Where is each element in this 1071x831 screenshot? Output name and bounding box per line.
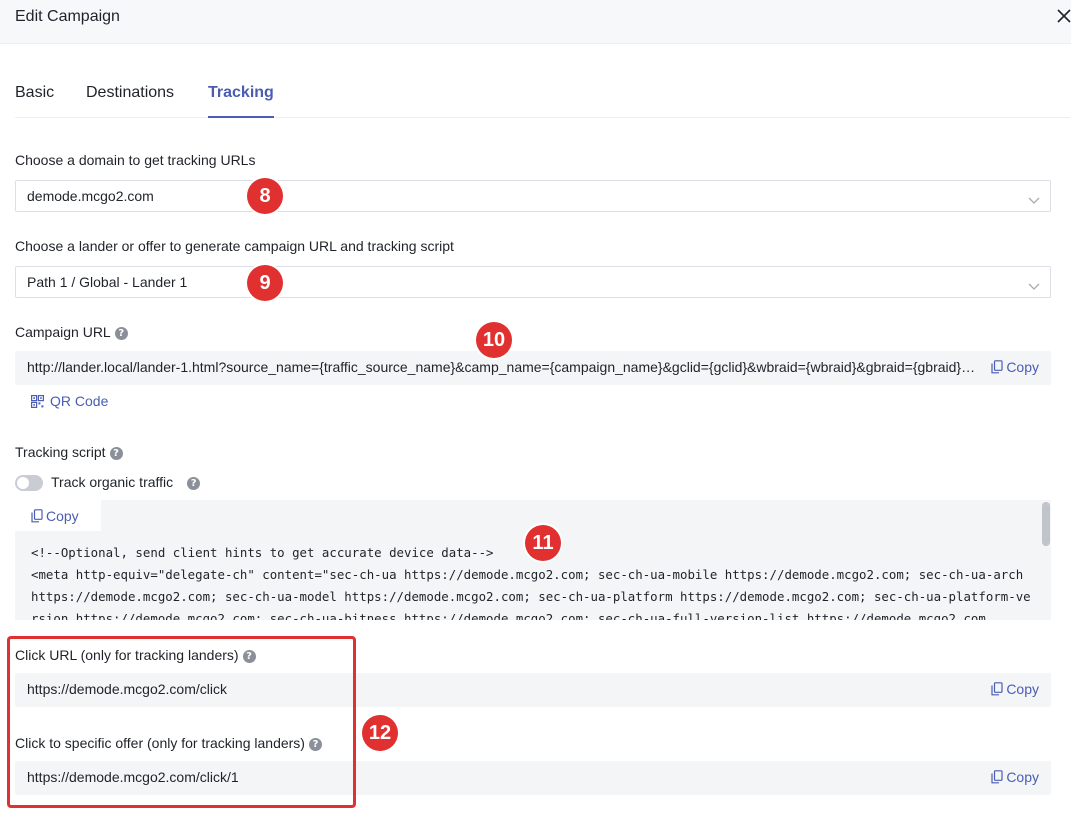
organic-traffic-label: Track organic traffic? xyxy=(51,474,201,490)
click-url-label: Click URL (only for tracking landers)? xyxy=(15,647,256,663)
click-url-value: https://demode.mcgo2.com/click xyxy=(27,681,227,697)
tracking-script-copy-button[interactable]: Copy xyxy=(31,508,79,524)
toggle-knob xyxy=(17,477,29,489)
chevron-down-icon xyxy=(1028,192,1040,210)
lander-label: Choose a lander or offer to generate cam… xyxy=(15,238,454,254)
campaign-url-copy-label: Copy xyxy=(1006,359,1039,375)
copy-icon xyxy=(991,770,1003,784)
copy-icon xyxy=(991,360,1003,374)
script-copy-tab: Copy xyxy=(15,500,101,531)
domain-select-value: demode.mcgo2.com xyxy=(27,188,154,204)
click-offer-label-text: Click to specific offer (only for tracki… xyxy=(15,735,305,751)
organic-traffic-label-text: Track organic traffic xyxy=(51,474,174,490)
modal-header: Edit Campaign xyxy=(0,0,1071,44)
help-icon[interactable]: ? xyxy=(242,649,256,663)
click-offer-value: https://demode.mcgo2.com/click/1 xyxy=(27,769,239,785)
help-icon[interactable]: ? xyxy=(308,737,322,751)
tracking-script-copy-label: Copy xyxy=(46,508,79,524)
help-icon[interactable]: ? xyxy=(109,446,123,460)
campaign-url-field: http://lander.local/lander-1.html?source… xyxy=(15,351,1051,385)
campaign-url-label-text: Campaign URL xyxy=(15,324,111,340)
copy-icon xyxy=(31,509,43,523)
annotation-marker-9: 9 xyxy=(247,265,283,301)
domain-label: Choose a domain to get tracking URLs xyxy=(15,152,256,168)
domain-select[interactable]: demode.mcgo2.com xyxy=(15,180,1051,212)
script-scrollbar[interactable] xyxy=(1041,500,1051,620)
tracking-script-label: Tracking script? xyxy=(15,444,123,460)
lander-select[interactable]: Path 1 / Global - Lander 1 xyxy=(15,266,1051,298)
click-url-copy-button[interactable]: Copy xyxy=(991,681,1039,697)
campaign-url-copy-button[interactable]: Copy xyxy=(991,359,1039,375)
click-offer-copy-label: Copy xyxy=(1006,769,1039,785)
annotation-marker-12: 12 xyxy=(362,715,398,751)
annotation-marker-8: 8 xyxy=(247,178,283,214)
click-url-field: https://demode.mcgo2.com/click Copy xyxy=(15,673,1051,707)
lander-select-value: Path 1 / Global - Lander 1 xyxy=(27,274,188,290)
tab-destinations[interactable]: Destinations xyxy=(86,84,174,118)
help-icon[interactable]: ? xyxy=(114,326,128,340)
click-url-copy-label: Copy xyxy=(1006,681,1039,697)
tracking-script-box: Copy <!--Optional, send client hints to … xyxy=(15,500,1051,620)
campaign-url-label: Campaign URL? xyxy=(15,324,128,340)
click-url-label-text: Click URL (only for tracking landers) xyxy=(15,647,239,663)
chevron-down-icon xyxy=(1028,278,1040,296)
click-offer-field: https://demode.mcgo2.com/click/1 Copy xyxy=(15,761,1051,795)
copy-icon xyxy=(991,682,1003,696)
campaign-url-value: http://lander.local/lander-1.html?source… xyxy=(27,359,982,375)
qr-code-button[interactable]: QR Code xyxy=(31,393,108,409)
annotation-marker-11: 11 xyxy=(525,525,561,561)
tab-basic[interactable]: Basic xyxy=(15,84,54,118)
click-offer-label: Click to specific offer (only for tracki… xyxy=(15,735,322,751)
annotation-marker-10: 10 xyxy=(476,322,512,358)
tracking-script-label-text: Tracking script xyxy=(15,444,106,460)
modal-title: Edit Campaign xyxy=(15,8,120,25)
close-icon[interactable] xyxy=(1054,6,1071,26)
tab-bar: Basic Destinations Tracking xyxy=(15,72,1070,118)
qr-code-label: QR Code xyxy=(50,393,109,409)
click-offer-copy-button[interactable]: Copy xyxy=(991,769,1039,785)
help-icon[interactable]: ? xyxy=(187,476,201,490)
qr-code-icon xyxy=(31,395,45,409)
organic-traffic-toggle[interactable] xyxy=(15,475,43,491)
tab-tracking[interactable]: Tracking xyxy=(208,84,274,118)
scrollbar-thumb[interactable] xyxy=(1042,502,1050,546)
